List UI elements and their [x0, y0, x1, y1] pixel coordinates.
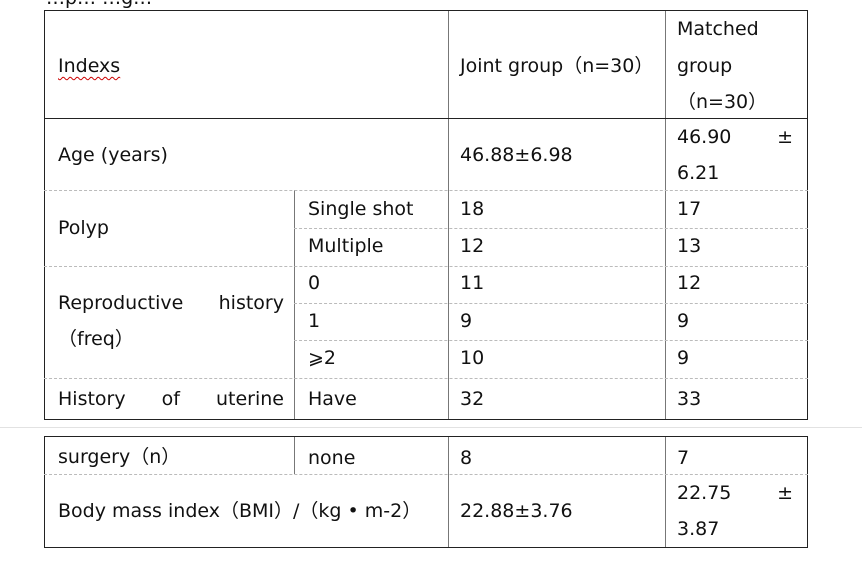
header-matched-line2: group: [677, 55, 733, 77]
reproductive-matched-2plus: 9: [677, 347, 690, 369]
table-left-border: [44, 11, 45, 419]
age-matched-value-line1: 46.90 ±: [677, 125, 793, 149]
row-divider: [44, 190, 808, 191]
reproductive-matched-0: 12: [677, 272, 702, 294]
surgery-label: surgery（n）: [58, 446, 181, 468]
bmi-label: Body mass index（BMI）/（kg • m-2）: [58, 500, 422, 522]
header-joint-group: Joint group（n=30）: [460, 55, 654, 77]
uterine-matched-have: 33: [677, 388, 702, 410]
bmi-joint-value: 22.88±3.76: [460, 500, 573, 522]
polyp-sub-single: Single shot: [308, 198, 414, 220]
reproductive-sub-0: 0: [308, 272, 321, 294]
header-matched-line1: Matched: [677, 18, 759, 40]
history-word: history: [218, 292, 284, 314]
cropped-top-text: …p… …g…: [46, 0, 152, 9]
uterine-label: History of uterine: [58, 387, 284, 411]
reproductive-joint-0: 11: [460, 272, 485, 294]
table-right-border: [807, 437, 808, 547]
row-divider: [44, 378, 808, 379]
age-matched-sd: 6.21: [677, 162, 720, 184]
reproductive-joint-2plus: 10: [460, 347, 485, 369]
header-divider: [44, 118, 808, 119]
reproductive-sub-2plus: ⩾2: [308, 347, 337, 369]
uterine-word-history: History: [58, 388, 126, 410]
column-divider: [294, 190, 295, 419]
reproductive-joint-1: 9: [460, 310, 473, 332]
polyp-matched-single: 17: [677, 198, 702, 220]
header-indexs: Indexs: [58, 55, 121, 77]
polyp-joint-multiple: 12: [460, 235, 485, 257]
age-label: Age (years): [58, 144, 168, 166]
age-matched-pm: ±: [777, 126, 793, 148]
age-matched-mean: 46.90: [677, 126, 732, 148]
data-table-part-1: Indexs Joint group（n=30） Matched group （…: [44, 10, 808, 420]
uterine-word-uterine: uterine: [215, 388, 284, 410]
uterine-sub-have: Have: [308, 388, 357, 410]
bmi-matched-value-line1: 22.75 ±: [677, 481, 793, 505]
polyp-joint-single: 18: [460, 198, 485, 220]
page-break-divider: [0, 427, 862, 428]
bmi-matched-sd: 3.87: [677, 518, 720, 540]
surgery-joint-none: 8: [460, 447, 473, 469]
data-table-part-2: surgery（n） none 8 7 Body mass index（BMI）…: [44, 436, 808, 548]
row-divider: [294, 228, 808, 229]
age-joint-value: 46.88±6.98: [460, 144, 573, 166]
column-divider: [448, 437, 449, 547]
table-right-border: [807, 11, 808, 419]
reproductive-sub-1: 1: [308, 310, 321, 332]
column-divider: [448, 11, 449, 419]
header-matched-line3: （n=30）: [677, 91, 768, 113]
reproductive-label-line2: （freq）: [58, 328, 134, 350]
reproductive-label-line1: Reproductive history: [58, 291, 284, 315]
polyp-sub-multiple: Multiple: [308, 235, 384, 257]
uterine-word-of: of: [161, 388, 180, 410]
column-divider: [665, 11, 666, 419]
column-divider: [665, 437, 666, 547]
row-divider: [44, 266, 808, 267]
row-divider: [294, 303, 808, 304]
row-divider: [44, 474, 808, 475]
surgery-sub-none: none: [308, 447, 356, 469]
reproductive-matched-1: 9: [677, 310, 690, 332]
table-left-border: [44, 437, 45, 547]
polyp-matched-multiple: 13: [677, 235, 702, 257]
bmi-matched-pm: ±: [777, 482, 793, 504]
surgery-matched-none: 7: [677, 447, 690, 469]
row-divider: [294, 340, 808, 341]
polyp-label: Polyp: [58, 217, 109, 239]
uterine-joint-have: 32: [460, 388, 485, 410]
column-divider: [294, 437, 295, 474]
bmi-matched-mean: 22.75: [677, 482, 732, 504]
reproductive-word: Reproductive: [58, 292, 184, 314]
